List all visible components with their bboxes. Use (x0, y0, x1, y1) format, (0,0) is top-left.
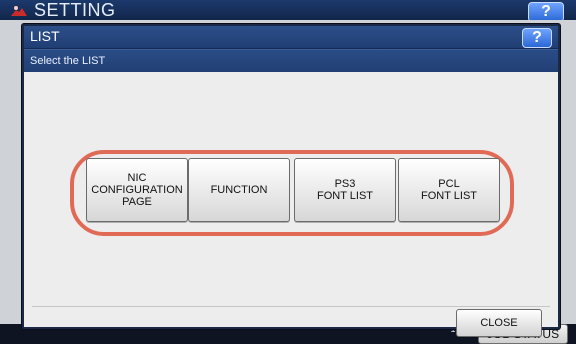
list-dialog: LIST ? Select the LIST NIC CONFIGURATION… (22, 24, 560, 337)
background-header: SETTING ? (0, 0, 576, 22)
setting-app-icon (10, 2, 28, 18)
dialog-title: LIST (30, 28, 60, 44)
divider (32, 306, 550, 307)
background-title: SETTING (34, 0, 116, 20)
dialog-titlebar: LIST ? (24, 26, 558, 49)
help-icon[interactable]: ? (528, 2, 564, 22)
ps3-font-list-button[interactable]: PS3 FONT LIST (294, 158, 396, 222)
dialog-help-icon[interactable]: ? (522, 28, 552, 48)
function-button[interactable]: FUNCTION (188, 158, 290, 222)
dialog-instruction: Select the LIST (24, 49, 558, 72)
pcl-font-list-button[interactable]: PCL FONT LIST (398, 158, 500, 222)
nic-configuration-page-button[interactable]: NIC CONFIGURATION PAGE (86, 158, 188, 222)
close-button[interactable]: CLOSE (456, 309, 542, 337)
dialog-content: NIC CONFIGURATION PAGE FUNCTION PS3 FONT… (24, 72, 558, 337)
